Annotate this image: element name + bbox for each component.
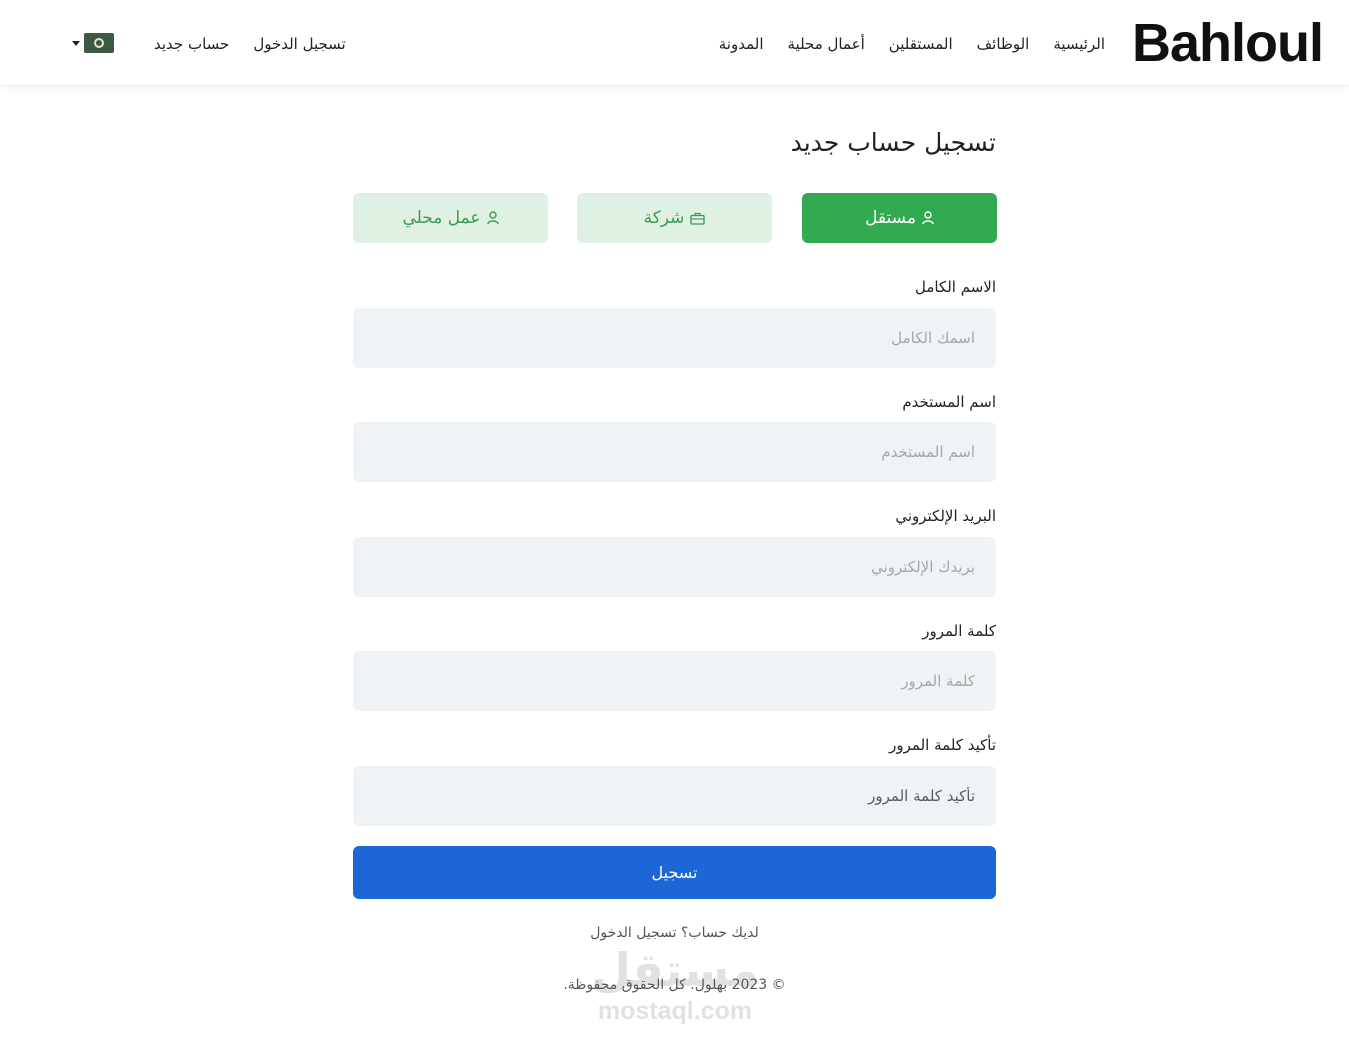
page-title: تسجيل حساب جديد: [790, 128, 996, 157]
chevron-down-icon: [72, 40, 80, 46]
user-icon: [922, 211, 934, 225]
nav-register[interactable]: حساب جديد: [154, 35, 229, 53]
register-submit-button[interactable]: تسجيل: [353, 846, 996, 899]
username-label: اسم المستخدم: [902, 393, 996, 411]
login-link[interactable]: لديك حساب؟ تسجيل الدخول: [590, 925, 759, 941]
nav-home[interactable]: الرئيسية: [1053, 35, 1105, 53]
username-input[interactable]: [353, 422, 996, 482]
nav-jobs[interactable]: الوظائف: [977, 35, 1030, 53]
email-input[interactable]: [353, 537, 996, 597]
account-type-label: مستقل: [865, 208, 916, 228]
watermark-latin: mostaql.com: [597, 997, 753, 1025]
nav-freelancers[interactable]: المستقلين: [889, 35, 953, 53]
user-icon: [486, 211, 499, 225]
logo-text: Bahloul: [1132, 13, 1324, 73]
account-type-local-work-button[interactable]: عمل محلي: [353, 193, 548, 243]
copyright-text: © 2023 بهلول. كل الحقوق محفوظة.: [563, 977, 786, 993]
confirm-password-input[interactable]: [353, 766, 996, 826]
full-name-input[interactable]: [353, 308, 996, 368]
account-type-company-button[interactable]: شركة: [577, 193, 772, 243]
nav-local-jobs[interactable]: أعمال محلية: [788, 35, 865, 53]
password-input[interactable]: [353, 651, 996, 711]
flag-emblem-icon: [94, 38, 104, 48]
nav-blog[interactable]: المدونة: [719, 35, 764, 53]
language-switcher[interactable]: [72, 33, 114, 53]
main-nav: الرئيسية الوظائف المستقلين أعمال محلية ا…: [719, 30, 1105, 58]
password-label: كلمة المرور: [922, 622, 996, 640]
account-type-label: عمل محلي: [402, 208, 481, 228]
have-account-row: لديك حساب؟ تسجيل الدخول: [0, 925, 1349, 941]
briefcase-icon: [690, 212, 706, 225]
top-navbar: Bahloul الرئيسية الوظائف المستقلين أعمال…: [0, 0, 1349, 86]
full-name-label: الاسم الكامل: [914, 278, 996, 296]
brand-logo[interactable]: Bahloul: [1132, 13, 1324, 73]
confirm-password-label: تأكيد كلمة المرور: [889, 736, 996, 754]
account-type-label: شركة: [643, 208, 685, 228]
arabic-flag-icon: [84, 33, 114, 53]
nav-login[interactable]: تسجيل الدخول: [253, 35, 345, 53]
email-label: البريد الإلكتروني: [895, 507, 996, 525]
account-type-freelancer-button[interactable]: مستقل: [802, 193, 997, 243]
auth-nav: تسجيل الدخول حساب جديد: [154, 30, 346, 58]
